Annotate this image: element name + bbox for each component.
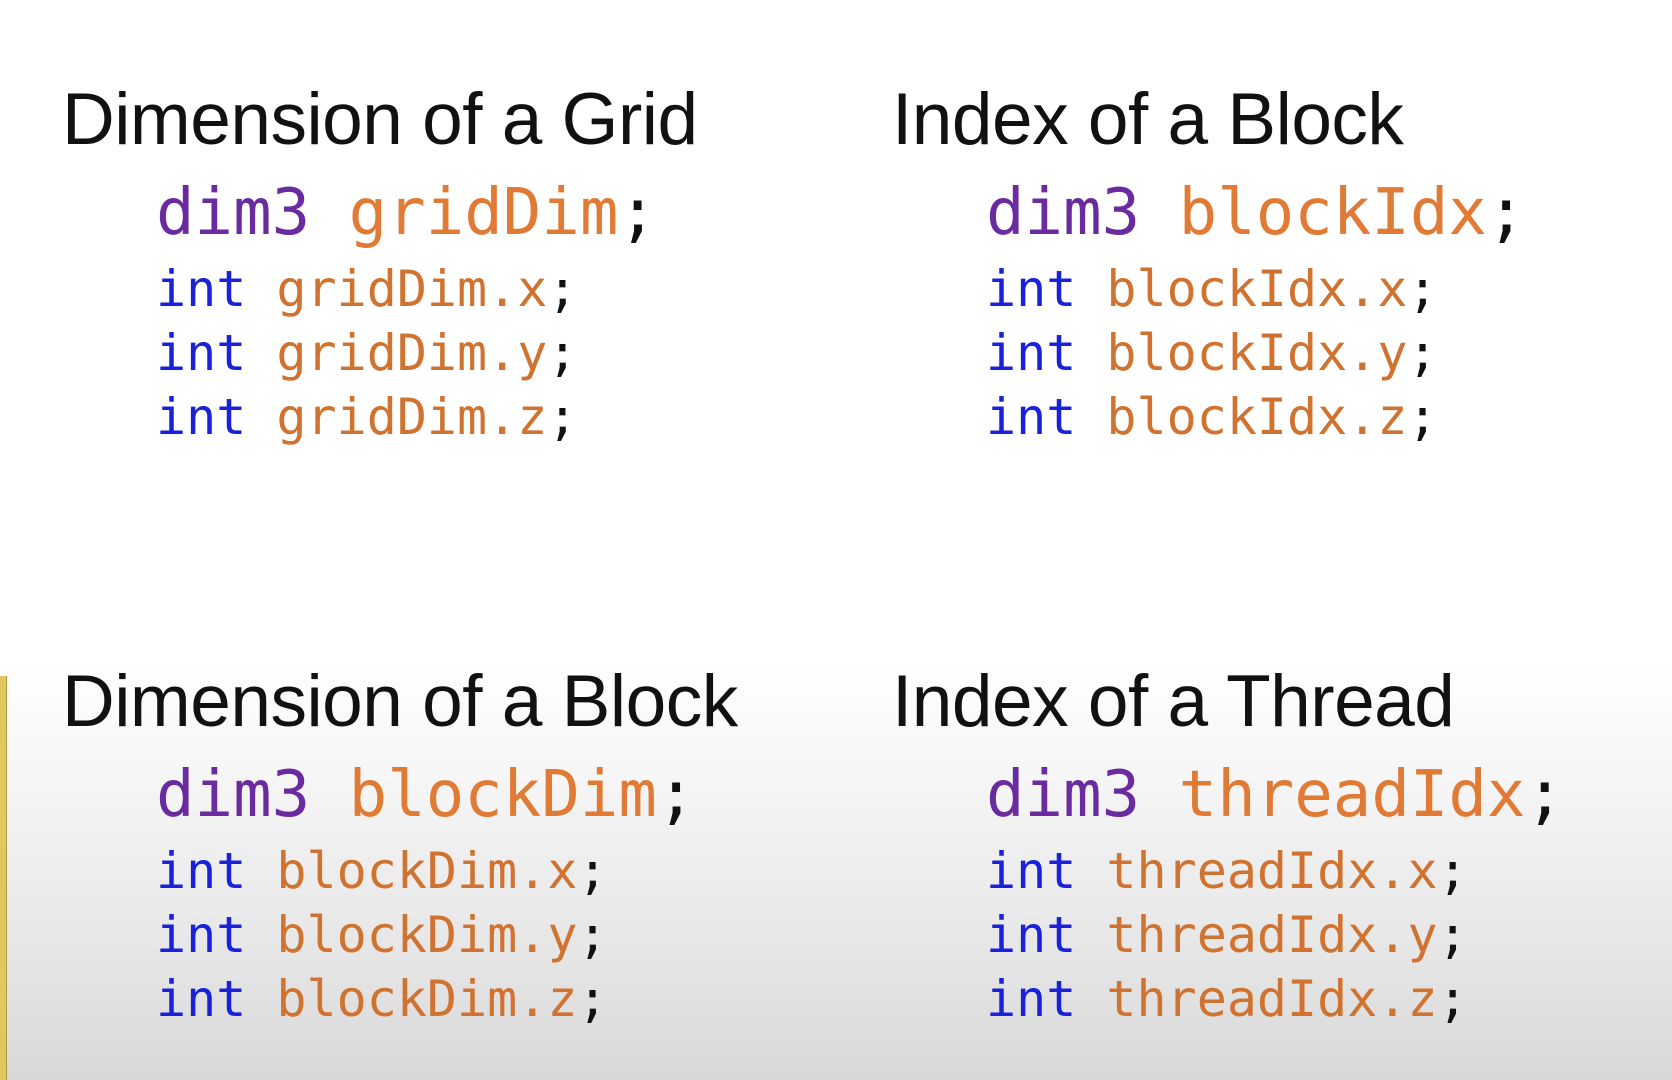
dim3-declaration: dim3 gridDim;	[156, 173, 698, 253]
dim3-declaration: dim3 blockIdx;	[986, 173, 1525, 253]
field-declaration: int threadIdx.z;	[986, 967, 1564, 1031]
field-name: gridDim.z	[276, 388, 548, 446]
semicolon: ;	[577, 906, 608, 964]
int-keyword: int	[156, 970, 247, 1028]
field-declaration: int threadIdx.x;	[986, 839, 1564, 903]
dim3-keyword: dim3	[156, 758, 311, 832]
field-name: threadIdx.y	[1106, 906, 1438, 964]
semicolon: ;	[547, 260, 578, 318]
field-declaration: int blockDim.y;	[156, 903, 738, 967]
dim3-keyword: dim3	[986, 176, 1141, 250]
int-keyword: int	[986, 388, 1077, 446]
section-thread-index: Index of a Thread dim3 threadIdx; int th…	[892, 657, 1564, 1031]
semicolon: ;	[1525, 758, 1564, 832]
field-name: gridDim.x	[276, 260, 548, 318]
field-declaration: int gridDim.x;	[156, 257, 698, 321]
field-name: gridDim.y	[276, 324, 548, 382]
left-edge-bar	[0, 676, 7, 1080]
semicolon: ;	[547, 324, 578, 382]
field-declaration: int blockDim.z;	[156, 967, 738, 1031]
field-declaration: int blockIdx.y;	[986, 321, 1525, 385]
field-name: blockIdx.z	[1106, 388, 1408, 446]
section-heading: Index of a Block	[892, 79, 1404, 160]
field-declaration: int blockDim.x;	[156, 839, 738, 903]
int-keyword: int	[156, 388, 247, 446]
semicolon: ;	[1407, 324, 1438, 382]
semicolon: ;	[1437, 842, 1468, 900]
semicolon: ;	[577, 842, 608, 900]
field-name: threadIdx.z	[1106, 970, 1438, 1028]
semicolon: ;	[1437, 970, 1468, 1028]
semicolon: ;	[1407, 388, 1438, 446]
variable-name: threadIdx	[1178, 758, 1526, 832]
dim3-keyword: dim3	[986, 758, 1141, 832]
semicolon: ;	[547, 388, 578, 446]
semicolon: ;	[577, 970, 608, 1028]
field-declaration: int blockIdx.x;	[986, 257, 1525, 321]
variable-name: gridDim	[348, 176, 619, 250]
int-keyword: int	[986, 842, 1077, 900]
variable-name: blockIdx	[1178, 176, 1487, 250]
semicolon: ;	[1437, 906, 1468, 964]
variable-name: blockDim	[348, 758, 657, 832]
semicolon: ;	[618, 176, 657, 250]
int-keyword: int	[986, 906, 1077, 964]
field-declaration: int gridDim.z;	[156, 385, 698, 449]
field-name: blockDim.y	[276, 906, 578, 964]
int-keyword: int	[156, 842, 247, 900]
int-keyword: int	[986, 260, 1077, 318]
field-name: threadIdx.x	[1106, 842, 1438, 900]
dim3-declaration: dim3 blockDim;	[156, 755, 738, 835]
section-block-dimension: Dimension of a Block dim3 blockDim; int …	[62, 657, 738, 1031]
semicolon: ;	[1407, 260, 1438, 318]
field-declaration: int gridDim.y;	[156, 321, 698, 385]
section-block-index: Index of a Block dim3 blockIdx; int bloc…	[892, 75, 1525, 449]
int-keyword: int	[986, 970, 1077, 1028]
slide: Dimension of a Grid dim3 gridDim; int gr…	[0, 0, 1672, 1080]
int-keyword: int	[156, 324, 247, 382]
field-name: blockIdx.x	[1106, 260, 1408, 318]
int-keyword: int	[156, 906, 247, 964]
int-keyword: int	[986, 324, 1077, 382]
field-declaration: int blockIdx.z;	[986, 385, 1525, 449]
field-name: blockDim.x	[276, 842, 578, 900]
section-heading: Index of a Thread	[892, 661, 1455, 742]
field-declaration: int threadIdx.y;	[986, 903, 1564, 967]
semicolon: ;	[1486, 176, 1526, 250]
section-heading: Dimension of a Block	[62, 661, 738, 742]
dim3-declaration: dim3 threadIdx;	[986, 755, 1564, 835]
int-keyword: int	[156, 260, 247, 318]
section-grid-dimension: Dimension of a Grid dim3 gridDim; int gr…	[62, 75, 698, 449]
field-name: blockDim.z	[276, 970, 578, 1028]
section-heading: Dimension of a Grid	[62, 79, 698, 160]
field-name: blockIdx.y	[1106, 324, 1408, 382]
semicolon: ;	[656, 758, 696, 832]
dim3-keyword: dim3	[156, 176, 311, 250]
